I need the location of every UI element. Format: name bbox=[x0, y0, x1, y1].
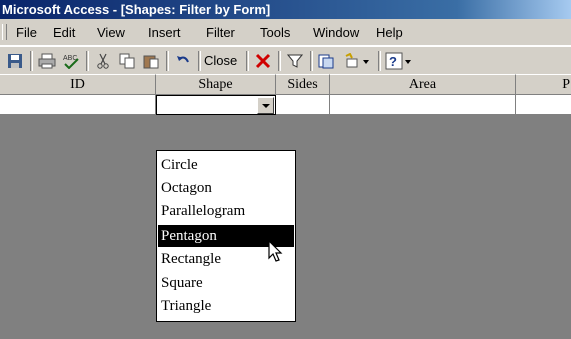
p-criteria-cell[interactable] bbox=[516, 95, 571, 115]
shape-dropdown-list[interactable]: Circle Octagon Parallelogram Pentagon Re… bbox=[156, 150, 296, 322]
close-button[interactable]: Close bbox=[204, 53, 237, 68]
column-header-sides[interactable]: Sides bbox=[276, 74, 330, 95]
dropdown-option-square[interactable]: Square bbox=[158, 272, 294, 294]
menu-tools[interactable]: Tools bbox=[260, 25, 290, 40]
toolbar-separator bbox=[310, 51, 313, 71]
save-icon[interactable] bbox=[4, 50, 26, 72]
menu-window[interactable]: Window bbox=[313, 25, 359, 40]
chevron-down-icon[interactable] bbox=[257, 97, 274, 114]
apply-filter-icon[interactable] bbox=[284, 50, 306, 72]
toolbar-separator bbox=[278, 51, 281, 71]
dropdown-option-octagon[interactable]: Octagon bbox=[158, 177, 294, 199]
delete-icon[interactable] bbox=[252, 50, 274, 72]
help-icon[interactable]: ? bbox=[384, 50, 414, 72]
cut-icon[interactable] bbox=[92, 50, 114, 72]
menu-insert[interactable]: Insert bbox=[148, 25, 181, 40]
area-criteria-cell[interactable] bbox=[330, 95, 516, 115]
dropdown-option-triangle[interactable]: Triangle bbox=[158, 295, 294, 317]
column-header-p[interactable]: P bbox=[516, 74, 571, 95]
column-header-area[interactable]: Area bbox=[330, 74, 516, 95]
copy-icon[interactable] bbox=[116, 50, 138, 72]
undo-icon[interactable] bbox=[172, 50, 194, 72]
toolbar-separator bbox=[166, 51, 169, 71]
criteria-row bbox=[0, 95, 571, 115]
print-icon[interactable] bbox=[36, 50, 58, 72]
menu-edit[interactable]: Edit bbox=[53, 25, 75, 40]
menu-file[interactable]: File bbox=[16, 25, 37, 40]
dropdown-option-circle[interactable]: Circle bbox=[158, 154, 294, 176]
spelling-icon[interactable]: ABC bbox=[60, 50, 82, 72]
window-title: Microsoft Access - [Shapes: Filter by Fo… bbox=[2, 2, 271, 17]
toolbar: ABC Close ? bbox=[0, 46, 571, 75]
dropdown-option-parallelogram[interactable]: Parallelogram bbox=[158, 200, 294, 222]
title-bar: Microsoft Access - [Shapes: Filter by Fo… bbox=[0, 0, 571, 19]
svg-text:?: ? bbox=[389, 54, 397, 69]
menu-help[interactable]: Help bbox=[376, 25, 403, 40]
toolbar-separator bbox=[30, 51, 33, 71]
menu-bar: File Edit View Insert Filter Tools Windo… bbox=[0, 19, 571, 46]
menu-grip[interactable] bbox=[2, 24, 7, 40]
toolbar-separator bbox=[378, 51, 381, 71]
menu-view[interactable]: View bbox=[97, 25, 125, 40]
id-criteria-cell[interactable] bbox=[0, 95, 156, 115]
mouse-pointer-icon bbox=[268, 239, 284, 269]
menu-filter[interactable]: Filter bbox=[206, 25, 235, 40]
toolbar-separator bbox=[246, 51, 249, 71]
new-object-icon[interactable] bbox=[316, 50, 338, 72]
column-header-id[interactable]: ID bbox=[0, 74, 156, 95]
shape-criteria-cell[interactable] bbox=[156, 95, 276, 115]
toolbar-separator bbox=[198, 51, 201, 71]
column-header-shape[interactable]: Shape bbox=[156, 74, 276, 95]
paste-icon[interactable] bbox=[140, 50, 162, 72]
toolbar-separator bbox=[86, 51, 89, 71]
sides-criteria-cell[interactable] bbox=[276, 95, 330, 115]
new-object-dropdown[interactable] bbox=[342, 50, 372, 72]
